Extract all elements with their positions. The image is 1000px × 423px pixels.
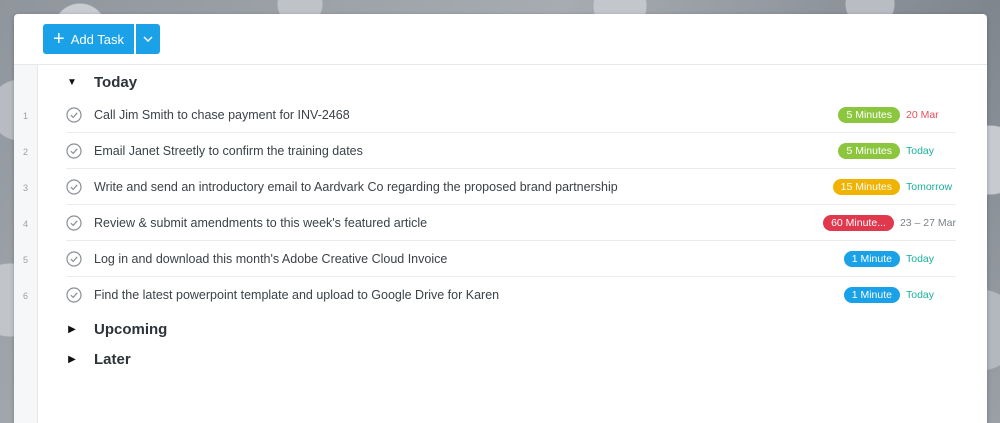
- line-number: 2: [22, 147, 28, 157]
- line-number: 4: [22, 219, 28, 229]
- task-title: Email Janet Streetly to confirm the trai…: [94, 143, 363, 158]
- plus-icon: +: [53, 28, 65, 50]
- task-row[interactable]: Email Janet Streetly to confirm the trai…: [66, 133, 956, 169]
- due-date: Today: [906, 144, 935, 157]
- caret-right-icon: ▶: [68, 353, 76, 365]
- section-later[interactable]: ▶ Later: [66, 349, 131, 369]
- line-number: 1: [22, 111, 28, 121]
- estimate-badge: 60 Minute...: [823, 214, 894, 231]
- task-row[interactable]: Call Jim Smith to chase payment for INV-…: [66, 97, 956, 133]
- task-title: Log in and download this month's Adobe C…: [94, 251, 448, 266]
- task-panel: + Add Task 1 2 3 4 5 6 ▼ Today Call Jim …: [14, 14, 987, 423]
- caret-down-icon: ▼: [67, 76, 77, 88]
- toolbar: + Add Task: [14, 14, 987, 65]
- estimate-badge: 15 Minutes: [832, 178, 900, 195]
- estimate-badge: 1 Minute: [843, 286, 900, 303]
- check-circle-icon[interactable]: [66, 106, 82, 123]
- estimate-badge: 5 Minutes: [838, 106, 900, 123]
- line-number: 5: [22, 255, 28, 265]
- estimate-badge: 5 Minutes: [838, 142, 900, 159]
- section-title: Upcoming: [94, 320, 168, 338]
- due-date: Today: [906, 252, 935, 265]
- task-title: Write and send an introductory email to …: [94, 179, 618, 194]
- add-task-dropdown-button[interactable]: [136, 24, 160, 54]
- estimate-badge: 1 Minute: [843, 250, 900, 267]
- due-date: 23 – 27 Mar: [899, 216, 956, 229]
- check-circle-icon[interactable]: [66, 214, 82, 231]
- add-task-label: Add Task: [70, 31, 124, 47]
- task-title: Review & submit amendments to this week'…: [94, 215, 428, 230]
- line-number: 6: [22, 291, 28, 301]
- section-upcoming[interactable]: ▶ Upcoming: [66, 319, 167, 339]
- due-date: Today: [906, 288, 935, 301]
- task-row[interactable]: Review & submit amendments to this week'…: [66, 205, 956, 241]
- section-title: Today: [94, 73, 138, 91]
- caret-right-icon: ▶: [68, 323, 76, 335]
- chevron-down-icon: [143, 36, 153, 42]
- check-circle-icon[interactable]: [66, 142, 82, 159]
- check-circle-icon[interactable]: [66, 286, 82, 303]
- due-date: Tomorrow: [906, 180, 953, 193]
- task-title: Call Jim Smith to chase payment for INV-…: [94, 107, 350, 122]
- task-row[interactable]: Log in and download this month's Adobe C…: [66, 241, 956, 277]
- check-circle-icon[interactable]: [66, 178, 82, 195]
- line-number: 3: [22, 183, 28, 193]
- due-date: 20 Mar: [906, 108, 939, 121]
- task-row[interactable]: Write and send an introductory email to …: [66, 169, 956, 205]
- line-number-gutter: 1 2 3 4 5 6: [14, 65, 38, 423]
- check-circle-icon[interactable]: [66, 250, 82, 267]
- add-task-button[interactable]: + Add Task: [43, 24, 134, 54]
- task-title: Find the latest powerpoint template and …: [94, 287, 500, 302]
- section-title: Later: [94, 350, 131, 368]
- task-row[interactable]: Find the latest powerpoint template and …: [66, 277, 956, 312]
- section-today[interactable]: ▼ Today: [66, 72, 137, 92]
